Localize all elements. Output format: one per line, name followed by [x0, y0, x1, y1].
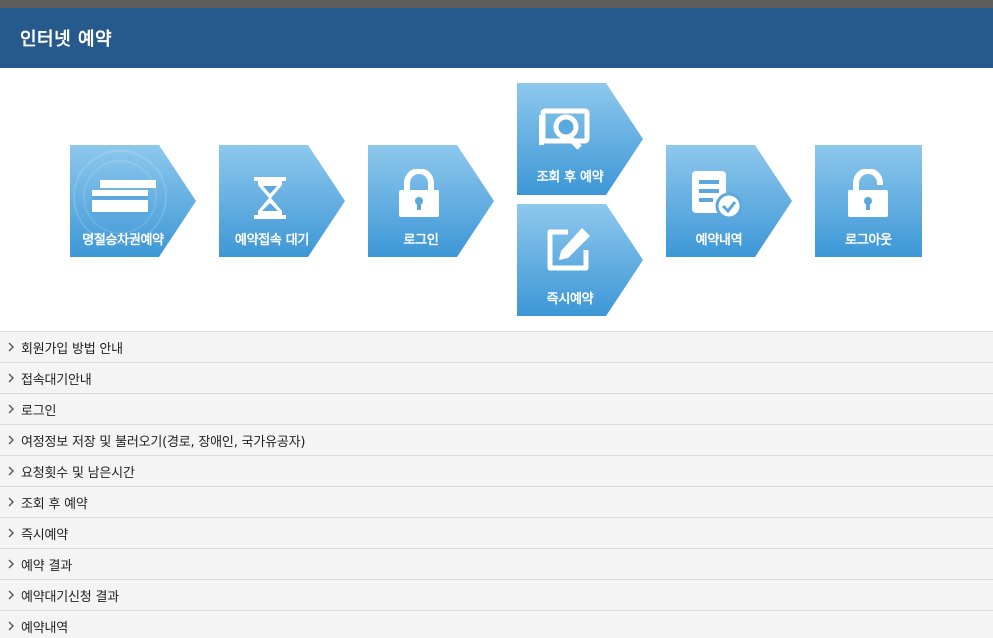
list-item[interactable]: 요청횟수 및 남은시간	[0, 455, 993, 486]
page-header: 인터넷 예약	[0, 8, 993, 68]
list-item[interactable]: 예약내역	[0, 610, 993, 638]
edit-icon	[547, 228, 590, 271]
list-item[interactable]: 여정정보 저장 및 불러오기(경로, 장애인, 국가유공자)	[0, 424, 993, 455]
chevron-right-icon	[8, 373, 14, 383]
step-label: 예약접속 대기	[234, 233, 310, 248]
lock-icon	[399, 169, 439, 217]
step-login[interactable]: 로그인	[368, 145, 494, 257]
list-item-label: 예약내역	[21, 620, 69, 636]
chevron-right-icon	[8, 590, 14, 600]
page-title: 인터넷 예약	[20, 29, 113, 50]
list-item[interactable]: 접속대기안내	[0, 362, 993, 393]
step-holiday-ticket[interactable]: 명절승차권예약	[70, 145, 196, 257]
step-label: 로그인	[403, 233, 439, 248]
step-label: 명절승차권예약	[82, 233, 164, 248]
chevron-right-icon	[8, 435, 14, 445]
list-item-label: 로그인	[21, 403, 57, 419]
list-item[interactable]: 예약 결과	[0, 548, 993, 579]
list-item-label: 조회 후 예약	[21, 496, 88, 512]
step-wait[interactable]: 예약접속 대기	[219, 145, 345, 257]
chevron-right-icon	[8, 404, 14, 414]
chevron-right-icon	[8, 621, 14, 631]
list-item-label: 요청횟수 및 남은시간	[21, 465, 135, 481]
step-history[interactable]: 예약내역	[666, 145, 792, 257]
unlock-icon	[848, 169, 888, 217]
step-search-reserve[interactable]: 조회 후 예약	[517, 83, 643, 195]
help-list: 회원가입 방법 안내 접속대기안내 로그인 여정정보 저장 및 불러오기(경로,…	[0, 331, 993, 638]
chevron-right-icon	[8, 342, 14, 352]
list-item-label: 회원가입 방법 안내	[21, 341, 123, 357]
list-item[interactable]: 회원가입 방법 안내	[0, 331, 993, 362]
step-logout[interactable]: 로그아웃	[815, 145, 922, 257]
search-document-icon	[539, 108, 590, 150]
list-item-label: 즉시예약	[21, 527, 69, 543]
list-item[interactable]: 조회 후 예약	[0, 486, 993, 517]
list-item-label: 접속대기안내	[21, 372, 92, 388]
list-item-label: 예약 결과	[21, 558, 72, 574]
chevron-right-icon	[8, 528, 14, 538]
tickets-icon	[92, 180, 156, 212]
chevron-right-icon	[8, 559, 14, 569]
step-label: 예약내역	[695, 233, 743, 248]
step-label: 로그아웃	[845, 233, 892, 248]
list-item[interactable]: 즉시예약	[0, 517, 993, 548]
top-strip	[0, 0, 993, 8]
list-item-label: 예약대기신청 결과	[21, 589, 120, 605]
step-label: 조회 후 예약	[536, 170, 604, 185]
chevron-right-icon	[8, 466, 14, 476]
step-label: 즉시예약	[546, 292, 594, 307]
checked-document-icon	[692, 171, 742, 219]
chevron-right-icon	[8, 497, 14, 507]
reservation-flow: 명절승차권예약 예약접속 대기 로그인 조회 후 예약 즉시예약 예약내역 로그…	[0, 68, 993, 331]
list-item[interactable]: 예약대기신청 결과	[0, 579, 993, 610]
list-item-label: 여정정보 저장 및 불러오기(경로, 장애인, 국가유공자)	[21, 434, 306, 450]
step-instant-reserve[interactable]: 즉시예약	[517, 204, 643, 316]
hourglass-icon	[254, 177, 286, 219]
list-item[interactable]: 로그인	[0, 393, 993, 424]
